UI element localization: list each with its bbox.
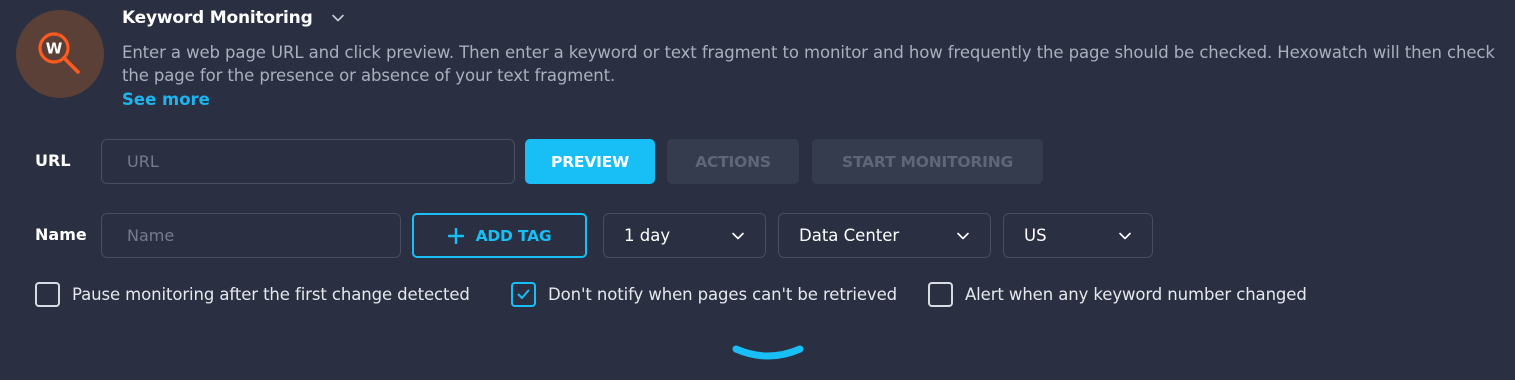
keyword-monitoring-panel: W Keyword Monitoring Enter a web page UR… [0, 0, 1515, 380]
page-description: Enter a web page URL and click preview. … [122, 43, 1495, 85]
url-label: URL [35, 151, 71, 170]
alert-keyword-number-option[interactable]: Alert when any keyword number changed [928, 282, 1307, 307]
add-tag-button[interactable]: ADD TAG [412, 213, 587, 258]
chevron-down-icon [732, 232, 744, 239]
pause-after-first-change-option[interactable]: Pause monitoring after the first change … [35, 282, 470, 307]
chevron-down-icon [1119, 232, 1131, 239]
dont-notify-unretrievable-checkbox[interactable] [511, 282, 536, 307]
add-tag-label: ADD TAG [475, 226, 552, 245]
keyword-monitoring-logo: W [16, 10, 104, 98]
title-row: Keyword Monitoring [122, 8, 345, 28]
pause-after-first-change-checkbox[interactable] [35, 282, 60, 307]
proxy-type-value: Data Center [799, 226, 900, 245]
name-input[interactable] [101, 213, 401, 258]
checkmark-icon [517, 289, 530, 299]
frequency-select[interactable]: 1 day [603, 213, 766, 258]
actions-button[interactable]: ACTIONS [667, 139, 799, 184]
alert-keyword-number-checkbox[interactable] [928, 282, 953, 307]
frequency-value: 1 day [624, 226, 671, 245]
start-monitoring-button[interactable]: START MONITORING [812, 139, 1043, 184]
chevron-down-icon [957, 232, 969, 239]
chevron-down-icon[interactable] [331, 11, 345, 25]
logo-letter: W [46, 40, 63, 58]
expand-chevron-icon[interactable] [731, 343, 805, 365]
option-label: Alert when any keyword number changed [965, 285, 1307, 304]
name-label: Name [35, 225, 87, 244]
page-title: Keyword Monitoring [122, 8, 313, 28]
dont-notify-unretrievable-option[interactable]: Don't notify when pages can't be retriev… [511, 282, 897, 307]
url-input[interactable] [101, 139, 515, 184]
preview-button[interactable]: PREVIEW [525, 139, 655, 184]
location-select[interactable]: US [1003, 213, 1153, 258]
magnifier-logo-icon: W [38, 32, 80, 74]
option-label: Pause monitoring after the first change … [72, 285, 470, 304]
location-value: US [1024, 226, 1047, 245]
proxy-type-select[interactable]: Data Center [778, 213, 991, 258]
see-more-link[interactable]: See more [122, 90, 210, 109]
plus-icon [447, 227, 464, 244]
option-label: Don't notify when pages can't be retriev… [548, 285, 898, 304]
